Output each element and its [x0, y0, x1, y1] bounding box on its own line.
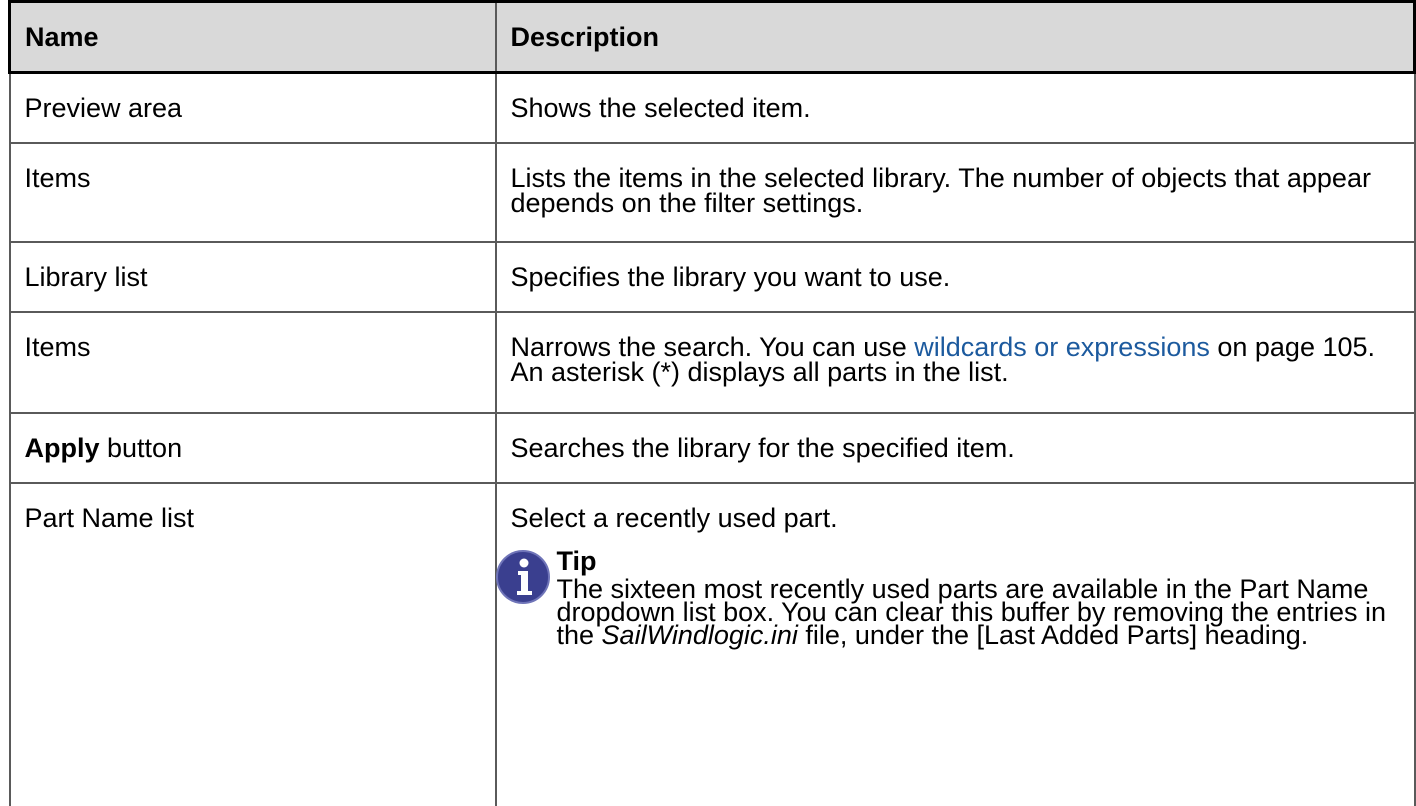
row-name-cell: Preview area	[8, 71, 497, 144]
row-name-cell: Part Name list	[8, 482, 497, 806]
apply-label-rest: button	[99, 433, 183, 463]
apply-label-bold: Apply	[24, 433, 100, 463]
row-name-cell: Library list	[8, 241, 497, 313]
table-row: Part Name list Select a recently used pa…	[8, 482, 1416, 806]
row-name-cell: Apply button	[8, 412, 497, 484]
row-description-text: Select a recently used part.	[510, 503, 838, 533]
table-row: Items Narrows the search. You can use wi…	[8, 311, 1416, 414]
tip-title: Tip	[556, 546, 597, 576]
row-name-cell: Items	[8, 142, 497, 243]
row-description-cell: Narrows the search. You can use wildcard…	[494, 311, 1416, 414]
info-icon	[495, 549, 551, 605]
parts-browser-description-table: Name Description Preview area Shows the …	[8, 0, 1416, 806]
table-row: Items Lists the items in the selected li…	[8, 142, 1416, 243]
table-row: Library list Specifies the library you w…	[8, 241, 1416, 313]
table-row: Preview area Shows the selected item.	[8, 71, 1416, 144]
tip-body-after: file, under the [Last Added Parts] headi…	[797, 620, 1309, 650]
tip-body: The sixteen most recently used parts are…	[557, 576, 1400, 650]
column-header-name: Name	[8, 0, 497, 74]
column-header-description: Description	[494, 0, 1416, 74]
row-name-cell: Items	[8, 311, 497, 414]
row-description-cell: Shows the selected item.	[494, 71, 1416, 144]
table-header-row: Name Description	[8, 0, 1416, 74]
table-row: Apply button Searches the library for th…	[8, 412, 1416, 484]
row-description-cell: Lists the items in the selected library.…	[494, 142, 1416, 243]
tip-filename: SailWindlogic.ini	[601, 620, 798, 650]
tip-callout: Tip The sixteen most recently used parts…	[495, 546, 1400, 650]
row-description-cell: Searches the library for the specified i…	[494, 412, 1416, 484]
row-description-cell: Specifies the library you want to use.	[494, 241, 1416, 313]
row-description-cell: Select a recently used part. Tip The six…	[494, 482, 1416, 806]
